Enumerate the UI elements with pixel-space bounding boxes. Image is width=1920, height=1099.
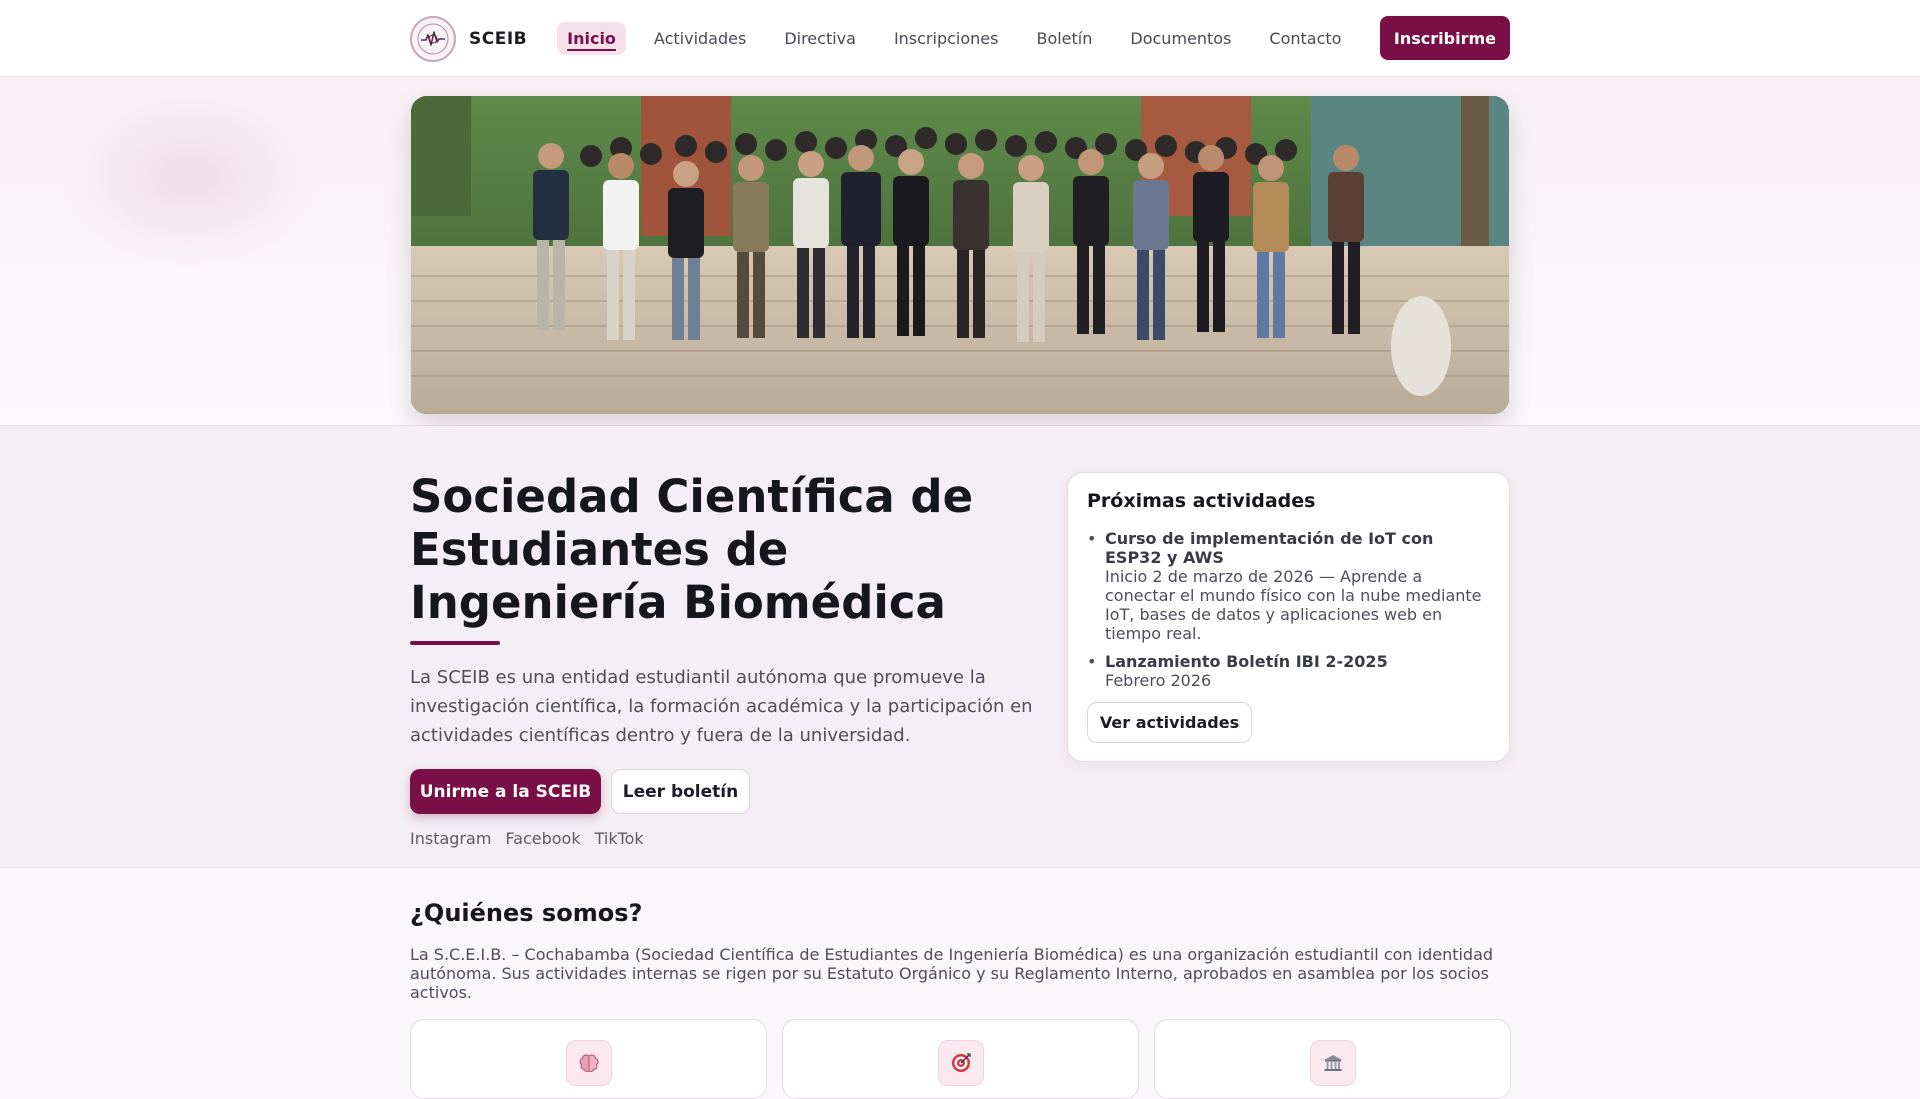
upcoming-list: Curso de implementación de IoT con ESP32… bbox=[1087, 529, 1487, 699]
feature-card bbox=[1154, 1019, 1511, 1099]
nav-link-inscripciones[interactable]: Inscripciones bbox=[884, 22, 1009, 55]
nav-link-directiva[interactable]: Directiva bbox=[774, 22, 866, 55]
instagram-link[interactable]: Instagram bbox=[410, 829, 491, 848]
nav-link-inicio[interactable]: Inicio bbox=[557, 22, 626, 55]
facebook-link[interactable]: Facebook bbox=[505, 829, 580, 848]
list-item: Curso de implementación de IoT con ESP32… bbox=[1087, 529, 1487, 643]
navbar-inner: SCEIB Inicio Actividades Directiva Inscr… bbox=[410, 0, 1510, 77]
group-photo bbox=[411, 96, 1509, 414]
read-bulletin-button[interactable]: Leer boletín bbox=[611, 769, 750, 814]
list-item: Lanzamiento Boletín IBI 2-2025 Febrero 2… bbox=[1087, 652, 1487, 690]
hero-section: Sociedad Científica de Estudiantes de In… bbox=[0, 426, 1920, 868]
tiktok-link[interactable]: TikTok bbox=[595, 829, 644, 848]
about-title: ¿Quiénes somos? bbox=[410, 899, 643, 927]
page-title: Sociedad Científica de Estudiantes de In… bbox=[410, 470, 974, 629]
nav-link-documentos[interactable]: Documentos bbox=[1120, 22, 1241, 55]
inscribirme-button[interactable]: Inscribirme bbox=[1379, 16, 1510, 60]
upcoming-activities-card: Próximas actividades Curso de implementa… bbox=[1067, 472, 1510, 762]
nav-link-boletin[interactable]: Boletín bbox=[1026, 22, 1102, 55]
join-sceib-button[interactable]: Unirme a la SCEIB bbox=[410, 769, 601, 814]
top-navbar: SCEIB Inicio Actividades Directiva Inscr… bbox=[0, 0, 1920, 77]
feature-card bbox=[782, 1019, 1139, 1099]
activity-title: Curso de implementación de IoT con ESP32… bbox=[1105, 529, 1434, 567]
feature-card bbox=[410, 1019, 767, 1099]
about-text: La S.C.E.I.B. – Cochabamba (Sociedad Cie… bbox=[410, 945, 1494, 1002]
hero-lead: La SCEIB es una entidad estudiantil autó… bbox=[410, 667, 1033, 746]
brain-icon bbox=[565, 1040, 612, 1086]
about-section: ¿Quiénes somos? La S.C.E.I.B. – Cochabam… bbox=[0, 868, 1920, 1099]
nav-link-contacto[interactable]: Contacto bbox=[1259, 22, 1351, 55]
activity-detail: Febrero 2026 bbox=[1105, 671, 1212, 690]
activity-detail: Inicio 2 de marzo de 2026 — Aprende a co… bbox=[1105, 567, 1482, 643]
hero-photo-band bbox=[0, 77, 1920, 426]
social-links: Instagram Facebook TikTok bbox=[410, 829, 658, 848]
brand-name[interactable]: SCEIB bbox=[469, 29, 527, 49]
upcoming-title: Próximas actividades bbox=[1087, 490, 1316, 512]
target-icon bbox=[937, 1040, 984, 1086]
institution-icon bbox=[1309, 1040, 1356, 1086]
nav-links: Inicio Actividades Directiva Inscripcion… bbox=[557, 22, 1369, 55]
view-activities-button[interactable]: Ver actividades bbox=[1087, 702, 1252, 743]
title-underline bbox=[410, 641, 500, 645]
activity-title: Lanzamiento Boletín IBI 2-2025 bbox=[1105, 652, 1388, 671]
nav-link-actividades[interactable]: Actividades bbox=[644, 22, 756, 55]
sceib-logo-icon[interactable] bbox=[410, 15, 456, 62]
